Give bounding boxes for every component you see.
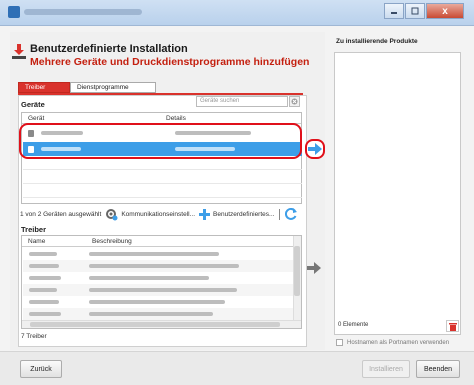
highlight-devices [19,123,302,159]
driver-description-obscured [89,276,209,280]
driver-row[interactable] [23,260,293,272]
products-list[interactable] [334,52,461,335]
custom-device-button[interactable]: Benutzerdefiniertes... [199,208,275,220]
search-clear-button[interactable] [289,96,300,107]
driver-count: 7 Treiber [21,333,47,340]
hostname-checkbox[interactable] [336,339,343,346]
scroll-thumb[interactable] [30,322,280,327]
window-title-obscured [24,9,142,15]
close-button[interactable]: x [426,3,464,19]
row-divider [23,169,302,170]
install-button[interactable]: Installieren [362,360,410,378]
hostname-option-label: Hostnamen als Portnamen verwenden [347,339,450,346]
vertical-scrollbar[interactable] [293,236,301,320]
communication-settings-button[interactable]: Kommunikationseinstell... [105,208,195,221]
add-driver-arrow-icon[interactable] [307,262,321,274]
window-titlebar: x [0,0,474,26]
column-header-description: Beschreibung [92,238,132,245]
driver-description-obscured [89,312,213,316]
driver-description-obscured [89,300,225,304]
app-icon [8,6,20,18]
devices-label: Geräte [21,100,45,109]
driver-row[interactable] [23,308,293,320]
scroll-thumb[interactable] [294,246,300,296]
driver-name-obscured [29,288,57,292]
hostname-option[interactable]: Hostnamen als Portnamen verwenden [336,339,449,346]
selection-status: 1 von 2 Geräten ausgewählt [20,210,102,218]
install-icon [12,44,26,59]
driver-name-obscured [29,300,59,304]
row-divider [23,183,302,184]
trash-icon [448,322,457,331]
driver-table: Name Beschreibung [21,235,302,329]
driver-description-obscured [89,252,219,256]
custom-device-label: Benutzerdefiniertes... [213,210,275,218]
plus-icon [199,208,211,220]
back-button[interactable]: Zurück [20,360,62,378]
tab-drivers[interactable]: Treiber [18,82,70,93]
driver-name-obscured [29,264,59,268]
driver-row[interactable] [23,284,293,296]
arrow-right-icon [308,143,322,155]
products-panel: Zu installierende Produkte 0 Elemente Ho… [334,34,464,350]
column-header-name: Name [28,238,46,245]
driver-name-obscured [29,276,61,280]
drivers-label: Treiber [21,225,47,234]
products-count: 0 Elemente [338,322,369,328]
driver-name-obscured [29,312,61,316]
page-title: Benutzerdefinierte Installation [30,43,188,55]
finish-button[interactable]: Beenden [416,360,460,378]
driver-description-obscured [89,264,239,268]
device-toolbar: 1 von 2 Geräten ausgewählt Kommunikation… [20,206,305,222]
refresh-button[interactable] [285,208,298,220]
communication-settings-label: Kommunikationseinstell... [121,210,196,218]
toolbar-divider [279,208,281,220]
column-header-details: Details [166,115,186,122]
driver-name-obscured [29,252,57,256]
header-divider [22,246,293,247]
column-header-device: Gerät [28,115,45,122]
horizontal-scrollbar[interactable] [22,320,301,328]
tab-utilities[interactable]: Dienstprogramme [70,82,156,93]
minimize-icon [391,12,397,14]
add-to-products-button[interactable] [305,139,325,159]
driver-row[interactable] [23,296,293,308]
products-title: Zu installierende Produkte [336,38,418,45]
close-icon: x [442,5,448,17]
maximize-icon [411,7,419,15]
driver-row[interactable] [23,248,293,260]
maximize-button[interactable] [405,3,425,19]
refresh-icon [285,208,298,220]
row-divider [23,197,302,198]
minimize-button[interactable] [384,3,404,19]
driver-row[interactable] [23,272,293,284]
window-controls: x [383,3,464,19]
clear-icon [291,98,298,105]
settings-icon [106,208,118,220]
remove-product-button[interactable] [446,320,459,332]
page-subtitle: Mehrere Geräte und Druckdienstprogramme … [30,56,310,68]
driver-description-obscured [89,288,237,292]
device-search-input[interactable]: Geräte suchen [196,96,288,107]
